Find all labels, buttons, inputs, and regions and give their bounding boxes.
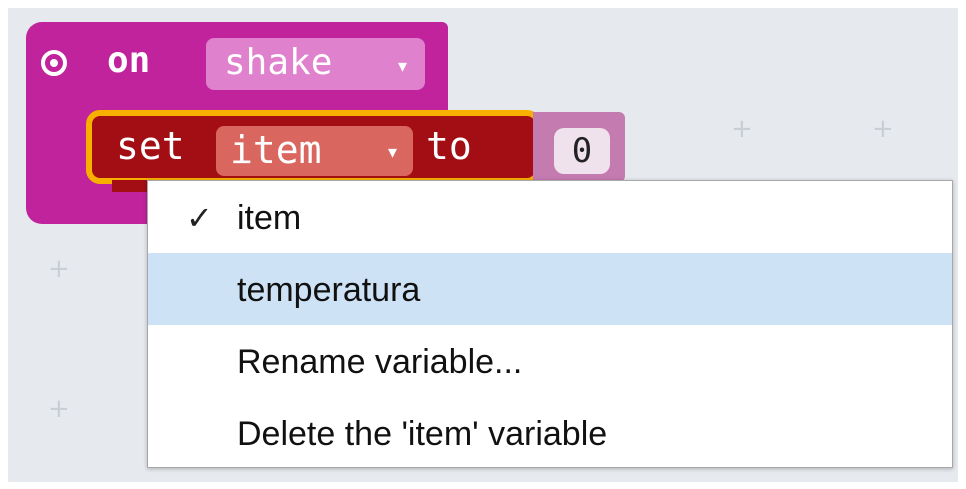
set-label: set <box>116 124 185 168</box>
menu-item-item[interactable]: ✓ item <box>148 181 952 253</box>
menu-item-label: Delete the 'item' variable <box>237 415 608 453</box>
chevron-down-icon: ▾ <box>397 56 407 76</box>
menu-item-label: temperatura <box>237 271 421 309</box>
target-icon <box>41 50 67 76</box>
menu-item-temperatura[interactable]: temperatura <box>148 253 952 325</box>
grid-marker: + <box>872 114 894 144</box>
gesture-dropdown[interactable]: shake ▾ <box>206 38 425 90</box>
checkmark-icon: ✓ <box>186 199 213 237</box>
menu-item-label: item <box>237 199 302 237</box>
gesture-dropdown-value: shake <box>224 42 333 83</box>
variable-dropdown-menu: ✓ item temperatura Rename variable... De… <box>147 180 953 468</box>
menu-item-label: Rename variable... <box>237 343 523 381</box>
menu-item-rename-variable[interactable]: Rename variable... <box>148 325 952 397</box>
grid-marker: + <box>48 254 70 284</box>
value-input-text: 0 <box>571 131 593 171</box>
chevron-down-icon: ▾ <box>387 142 397 162</box>
variable-dropdown-value: item <box>230 128 322 172</box>
menu-item-delete-variable[interactable]: Delete the 'item' variable <box>148 397 952 469</box>
grid-marker: + <box>731 114 753 144</box>
value-input[interactable]: 0 <box>554 128 610 174</box>
set-block-connector <box>112 180 150 192</box>
to-label: to <box>426 124 472 168</box>
variable-dropdown[interactable]: item ▾ <box>216 126 413 176</box>
grid-marker: + <box>48 394 70 424</box>
on-label: on <box>107 40 151 81</box>
